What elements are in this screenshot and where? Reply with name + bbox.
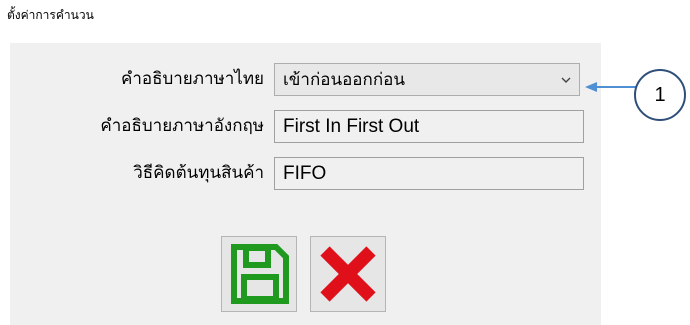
english-description-label: คำอธิบายภาษาอังกฤษ	[100, 116, 264, 136]
thai-description-value: เข้าก่อนออกก่อน	[283, 70, 405, 90]
english-description-input[interactable]: First In First Out	[274, 110, 584, 143]
annotation-number-badge: 1	[634, 69, 686, 121]
chevron-down-icon	[561, 77, 571, 83]
save-button[interactable]	[221, 236, 297, 312]
cost-method-value: FIFO	[283, 162, 327, 184]
cancel-button[interactable]	[310, 236, 386, 312]
cost-method-label: วิธีคิดต้นทุนสินค้า	[133, 163, 264, 183]
english-description-value: First In First Out	[283, 115, 420, 137]
window-title: ตั้งค่าการคำนวน	[7, 8, 94, 22]
cost-method-input[interactable]: FIFO	[274, 157, 584, 190]
thai-description-dropdown[interactable]: เข้าก่อนออกก่อน	[274, 63, 580, 96]
annotation-arrow	[585, 82, 636, 92]
thai-description-label: คำอธิบายภาษาไทย	[120, 69, 264, 89]
red-x-icon	[320, 246, 376, 302]
floppy-disk-icon	[231, 244, 289, 304]
calculation-settings-panel: คำอธิบายภาษาไทย เข้าก่อนออกก่อน คำอธิบาย…	[10, 43, 601, 325]
